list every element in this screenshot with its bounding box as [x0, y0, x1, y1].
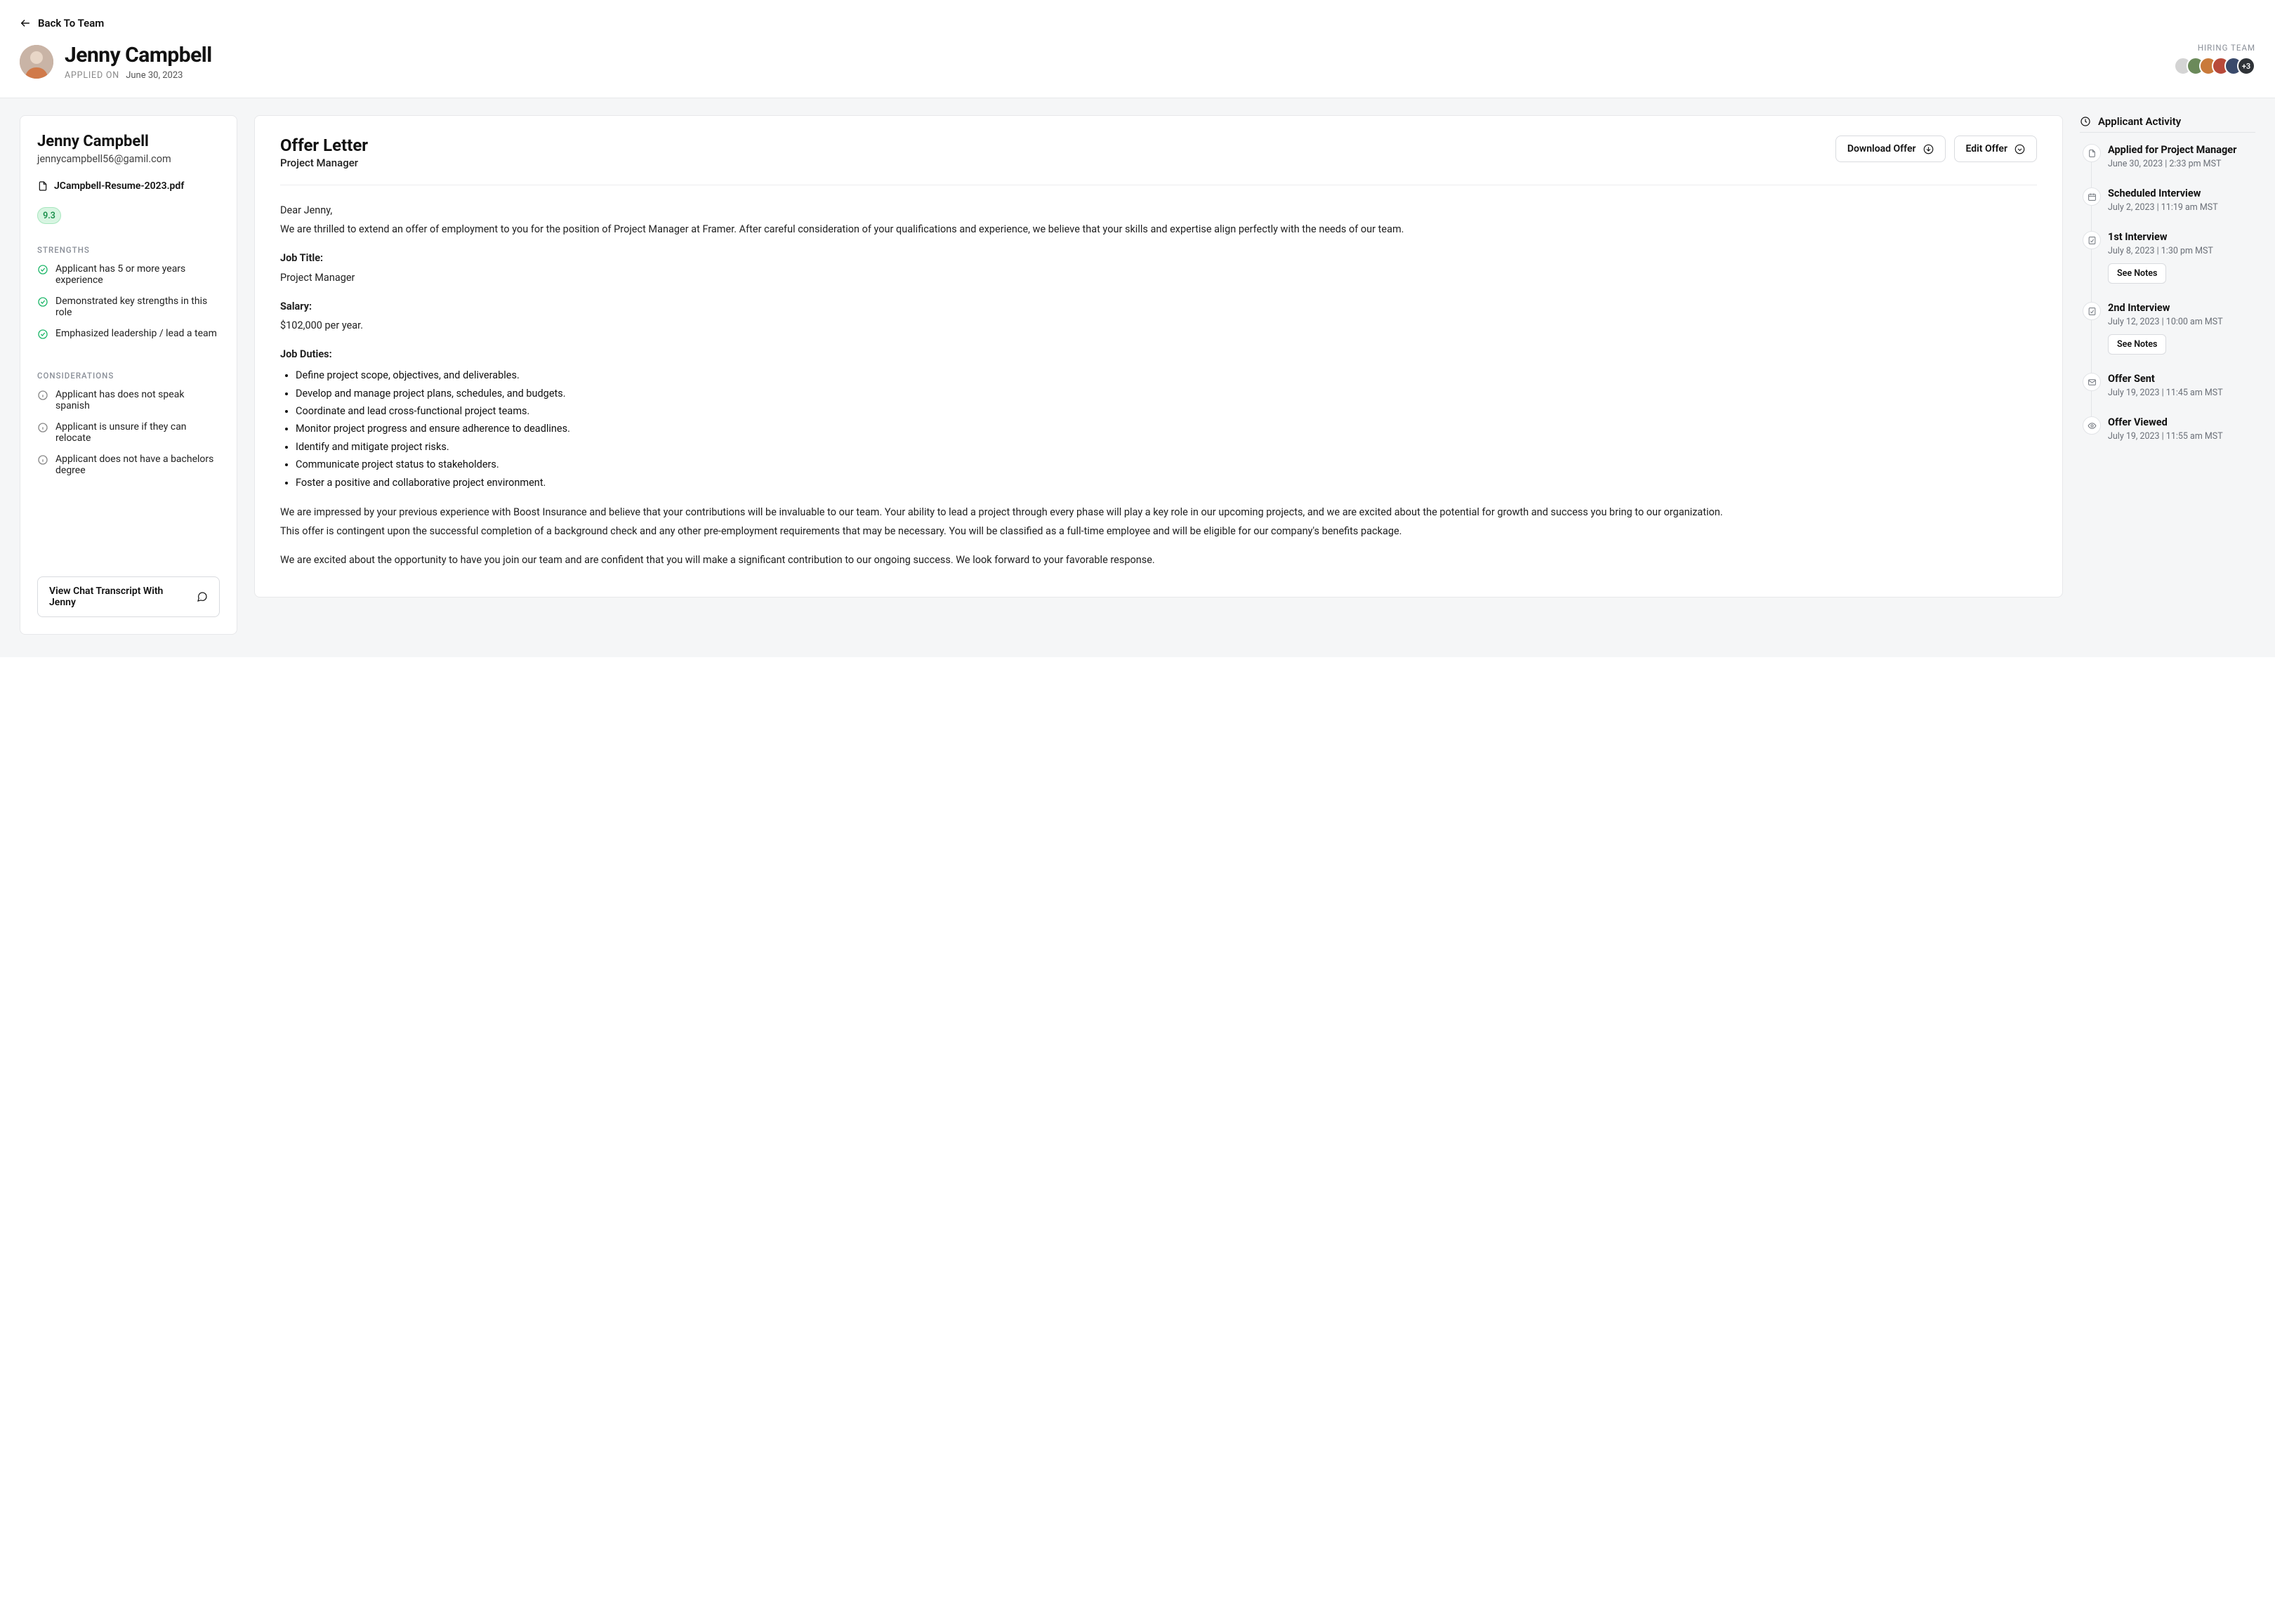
strength-text: Demonstrated key strengths in this role [55, 296, 220, 318]
activity-item: Offer Sent July 19, 2023 | 11:45 am MST [2083, 373, 2255, 416]
activity-panel: Applicant Activity Applied for Project M… [2080, 115, 2255, 460]
resume-link[interactable]: JCampbell-Resume-2023.pdf [37, 180, 220, 192]
note-icon [2083, 231, 2101, 249]
activity-date: July 19, 2023 | 11:45 am MST [2108, 388, 2255, 398]
letter-closing-1: We are impressed by your previous experi… [280, 504, 2037, 520]
calendar-icon [2083, 187, 2101, 206]
download-icon [1923, 144, 1934, 154]
transcript-button-label: View Chat Transcript With Jenny [49, 586, 190, 608]
strength-item: Demonstrated key strengths in this role [37, 296, 220, 318]
divider [2080, 132, 2255, 133]
applied-on-date: June 30, 2023 [126, 70, 183, 81]
letter-closing-3: We are excited about the opportunity to … [280, 552, 2037, 568]
see-notes-button[interactable]: See Notes [2108, 263, 2166, 284]
doc-icon [2083, 144, 2101, 162]
see-notes-button[interactable]: See Notes [2108, 334, 2166, 355]
activity-title: Scheduled Interview [2108, 187, 2255, 199]
check-circle-icon [37, 296, 48, 308]
strength-text: Emphasized leadership / lead a team [55, 328, 217, 339]
activity-title: Offer Viewed [2108, 416, 2255, 428]
activity-item: Offer Viewed July 19, 2023 | 11:55 am MST [2083, 416, 2255, 460]
consideration-text: Applicant is unsure if they can relocate [55, 421, 220, 444]
profile-email: jennycampbell56@gamil.com [37, 153, 220, 165]
offer-subtitle: Project Manager [280, 157, 368, 169]
activity-date: July 12, 2023 | 10:00 am MST [2108, 317, 2255, 327]
arrow-left-icon [20, 18, 31, 29]
note-icon [2083, 302, 2101, 320]
info-circle-icon [37, 454, 48, 466]
activity-item: 2nd Interview July 12, 2023 | 10:00 am MS… [2083, 302, 2255, 373]
download-offer-label: Download Offer [1847, 143, 1916, 154]
profile-name: Jenny Campbell [37, 133, 220, 150]
offer-letter-card: Offer Letter Project Manager Download Of… [254, 115, 2063, 598]
page-title: Jenny Campbell [65, 43, 212, 67]
download-offer-button[interactable]: Download Offer [1835, 136, 1946, 162]
consideration-item: Applicant has does not speak spanish [37, 389, 220, 411]
offer-letter-body: Dear Jenny, We are thrilled to extend an… [280, 202, 2037, 569]
consideration-text: Applicant has does not speak spanish [55, 389, 220, 411]
salary-label: Salary: [280, 301, 312, 312]
duty-item: Coordinate and lead cross-functional pro… [296, 402, 2037, 420]
letter-closing-2: This offer is contingent upon the succes… [280, 523, 2037, 539]
consideration-text: Applicant does not have a bachelors degr… [55, 454, 220, 476]
hiring-team-avatars[interactable]: +3 [2174, 57, 2255, 75]
activity-title: 1st Interview [2108, 231, 2255, 243]
check-circle-icon [37, 329, 48, 340]
back-label: Back To Team [38, 17, 104, 29]
back-to-team-link[interactable]: Back To Team [20, 17, 104, 29]
chevron-down-icon [2014, 144, 2025, 154]
activity-date: July 19, 2023 | 11:55 am MST [2108, 431, 2255, 442]
activity-date: July 8, 2023 | 1:30 pm MST [2108, 246, 2255, 256]
considerations-label: CONSIDERATIONS [37, 371, 220, 381]
activity-item: Applied for Project Manager June 30, 2023… [2083, 144, 2255, 187]
duty-item: Define project scope, objectives, and de… [296, 367, 2037, 384]
activity-title: Applied for Project Manager [2108, 144, 2255, 156]
chat-icon [197, 591, 208, 602]
edit-offer-button[interactable]: Edit Offer [1954, 136, 2037, 162]
duty-item: Monitor project progress and ensure adhe… [296, 420, 2037, 437]
duty-item: Develop and manage project plans, schedu… [296, 385, 2037, 402]
activity-date: June 30, 2023 | 2:33 pm MST [2108, 159, 2255, 169]
applied-on-line: APPLIED ON June 30, 2023 [65, 70, 212, 81]
offer-title: Offer Letter [280, 136, 368, 155]
view-transcript-button[interactable]: View Chat Transcript With Jenny [37, 576, 220, 617]
hiring-team-more[interactable]: +3 [2237, 57, 2255, 75]
letter-greeting: Dear Jenny, [280, 202, 2037, 218]
hiring-team-label: HIRING TEAM [2174, 43, 2255, 53]
document-icon [37, 180, 48, 192]
mail-icon [2083, 373, 2101, 391]
consideration-item: Applicant is unsure if they can relocate [37, 421, 220, 444]
clock-icon [2080, 116, 2091, 127]
profile-card: Jenny Campbell jennycampbell56@gamil.com… [20, 115, 237, 635]
salary-value: $102,000 per year. [280, 317, 2037, 334]
duty-item: Communicate project status to stakeholde… [296, 456, 2037, 473]
candidate-avatar [20, 45, 53, 79]
job-title-value: Project Manager [280, 270, 2037, 286]
applied-on-label: APPLIED ON [65, 70, 119, 81]
activity-date: July 2, 2023 | 11:19 am MST [2108, 202, 2255, 213]
letter-intro: We are thrilled to extend an offer of em… [280, 221, 2037, 237]
activity-item: Scheduled Interview July 2, 2023 | 11:19 … [2083, 187, 2255, 231]
duties-list: Define project scope, objectives, and de… [296, 367, 2037, 491]
edit-offer-label: Edit Offer [1966, 143, 2007, 154]
activity-heading: Applicant Activity [2098, 115, 2181, 128]
strength-text: Applicant has 5 or more years experience [55, 263, 220, 286]
info-circle-icon [37, 390, 48, 401]
info-circle-icon [37, 422, 48, 433]
activity-item: 1st Interview July 8, 2023 | 1:30 pm MST S… [2083, 231, 2255, 302]
check-circle-icon [37, 264, 48, 275]
eye-icon [2083, 416, 2101, 435]
strength-item: Emphasized leadership / lead a team [37, 328, 220, 340]
consideration-item: Applicant does not have a bachelors degr… [37, 454, 220, 476]
strengths-label: STRENGTHS [37, 245, 220, 255]
score-badge: 9.3 [37, 207, 61, 224]
duties-label: Job Duties: [280, 348, 332, 360]
duty-item: Foster a positive and collaborative proj… [296, 474, 2037, 491]
activity-title: 2nd Interview [2108, 302, 2255, 314]
resume-filename: JCampbell-Resume-2023.pdf [54, 180, 184, 192]
activity-title: Offer Sent [2108, 373, 2255, 385]
strength-item: Applicant has 5 or more years experience [37, 263, 220, 286]
duty-item: Identify and mitigate project risks. [296, 438, 2037, 456]
job-title-label: Job Title: [280, 252, 323, 264]
